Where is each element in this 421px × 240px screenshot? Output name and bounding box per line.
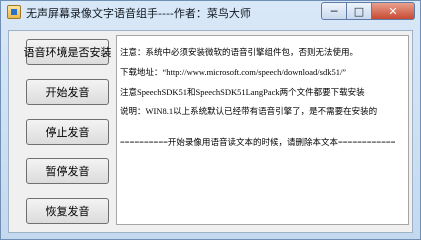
- close-button[interactable]: ✕: [372, 2, 415, 20]
- minimize-button[interactable]: ─: [321, 2, 347, 20]
- app-window: 无声屏幕录像文字语音组手----作者：菜鸟大师 ─ □ ✕ 语音环境是否安装 开…: [0, 0, 421, 240]
- window-title: 无声屏幕录像文字语音组手----作者：菜鸟大师: [26, 7, 251, 20]
- text-line: ==========开始录像用语音读文本的时候，请删除本文本==========…: [120, 137, 396, 147]
- title-bar[interactable]: 无声屏幕录像文字语音组手----作者：菜鸟大师 ─ □ ✕: [1, 1, 420, 23]
- check-speech-env-button[interactable]: 语音环境是否安装: [24, 39, 112, 65]
- maximize-button[interactable]: □: [347, 2, 372, 20]
- text-line: 注意：系统中必须安装微软的语音引擎组件包，否则无法使用。: [120, 47, 359, 57]
- caption-buttons: ─ □ ✕: [321, 2, 415, 20]
- client-area: 语音环境是否安装 开始发音 停止发音 暂停发音 恢复发音 注意：系统中必须安装微…: [8, 30, 413, 233]
- start-speak-button[interactable]: 开始发音: [26, 79, 109, 105]
- pause-speak-button[interactable]: 暂停发音: [26, 158, 109, 184]
- maximize-icon: □: [353, 4, 365, 18]
- text-line: 下载地址：“http://www.microsoft.com/speech/do…: [120, 67, 347, 77]
- close-icon: ✕: [388, 4, 398, 18]
- resume-speak-button[interactable]: 恢复发音: [26, 198, 109, 224]
- app-icon: [7, 5, 21, 19]
- text-input-area[interactable]: 注意：系统中必须安装微软的语音引擎组件包，否则无法使用。 下载地址：“http:…: [116, 35, 409, 225]
- text-line: 说明：WIN8.1以上系统默认已经带有语音引擎了，是不需要在安装的: [120, 106, 378, 116]
- minimize-icon: ─: [330, 4, 338, 18]
- stop-speak-button[interactable]: 停止发音: [26, 119, 109, 145]
- text-line: 注意SpeechSDK51和SpeechSDK51LangPack两个文件都要下…: [120, 87, 365, 97]
